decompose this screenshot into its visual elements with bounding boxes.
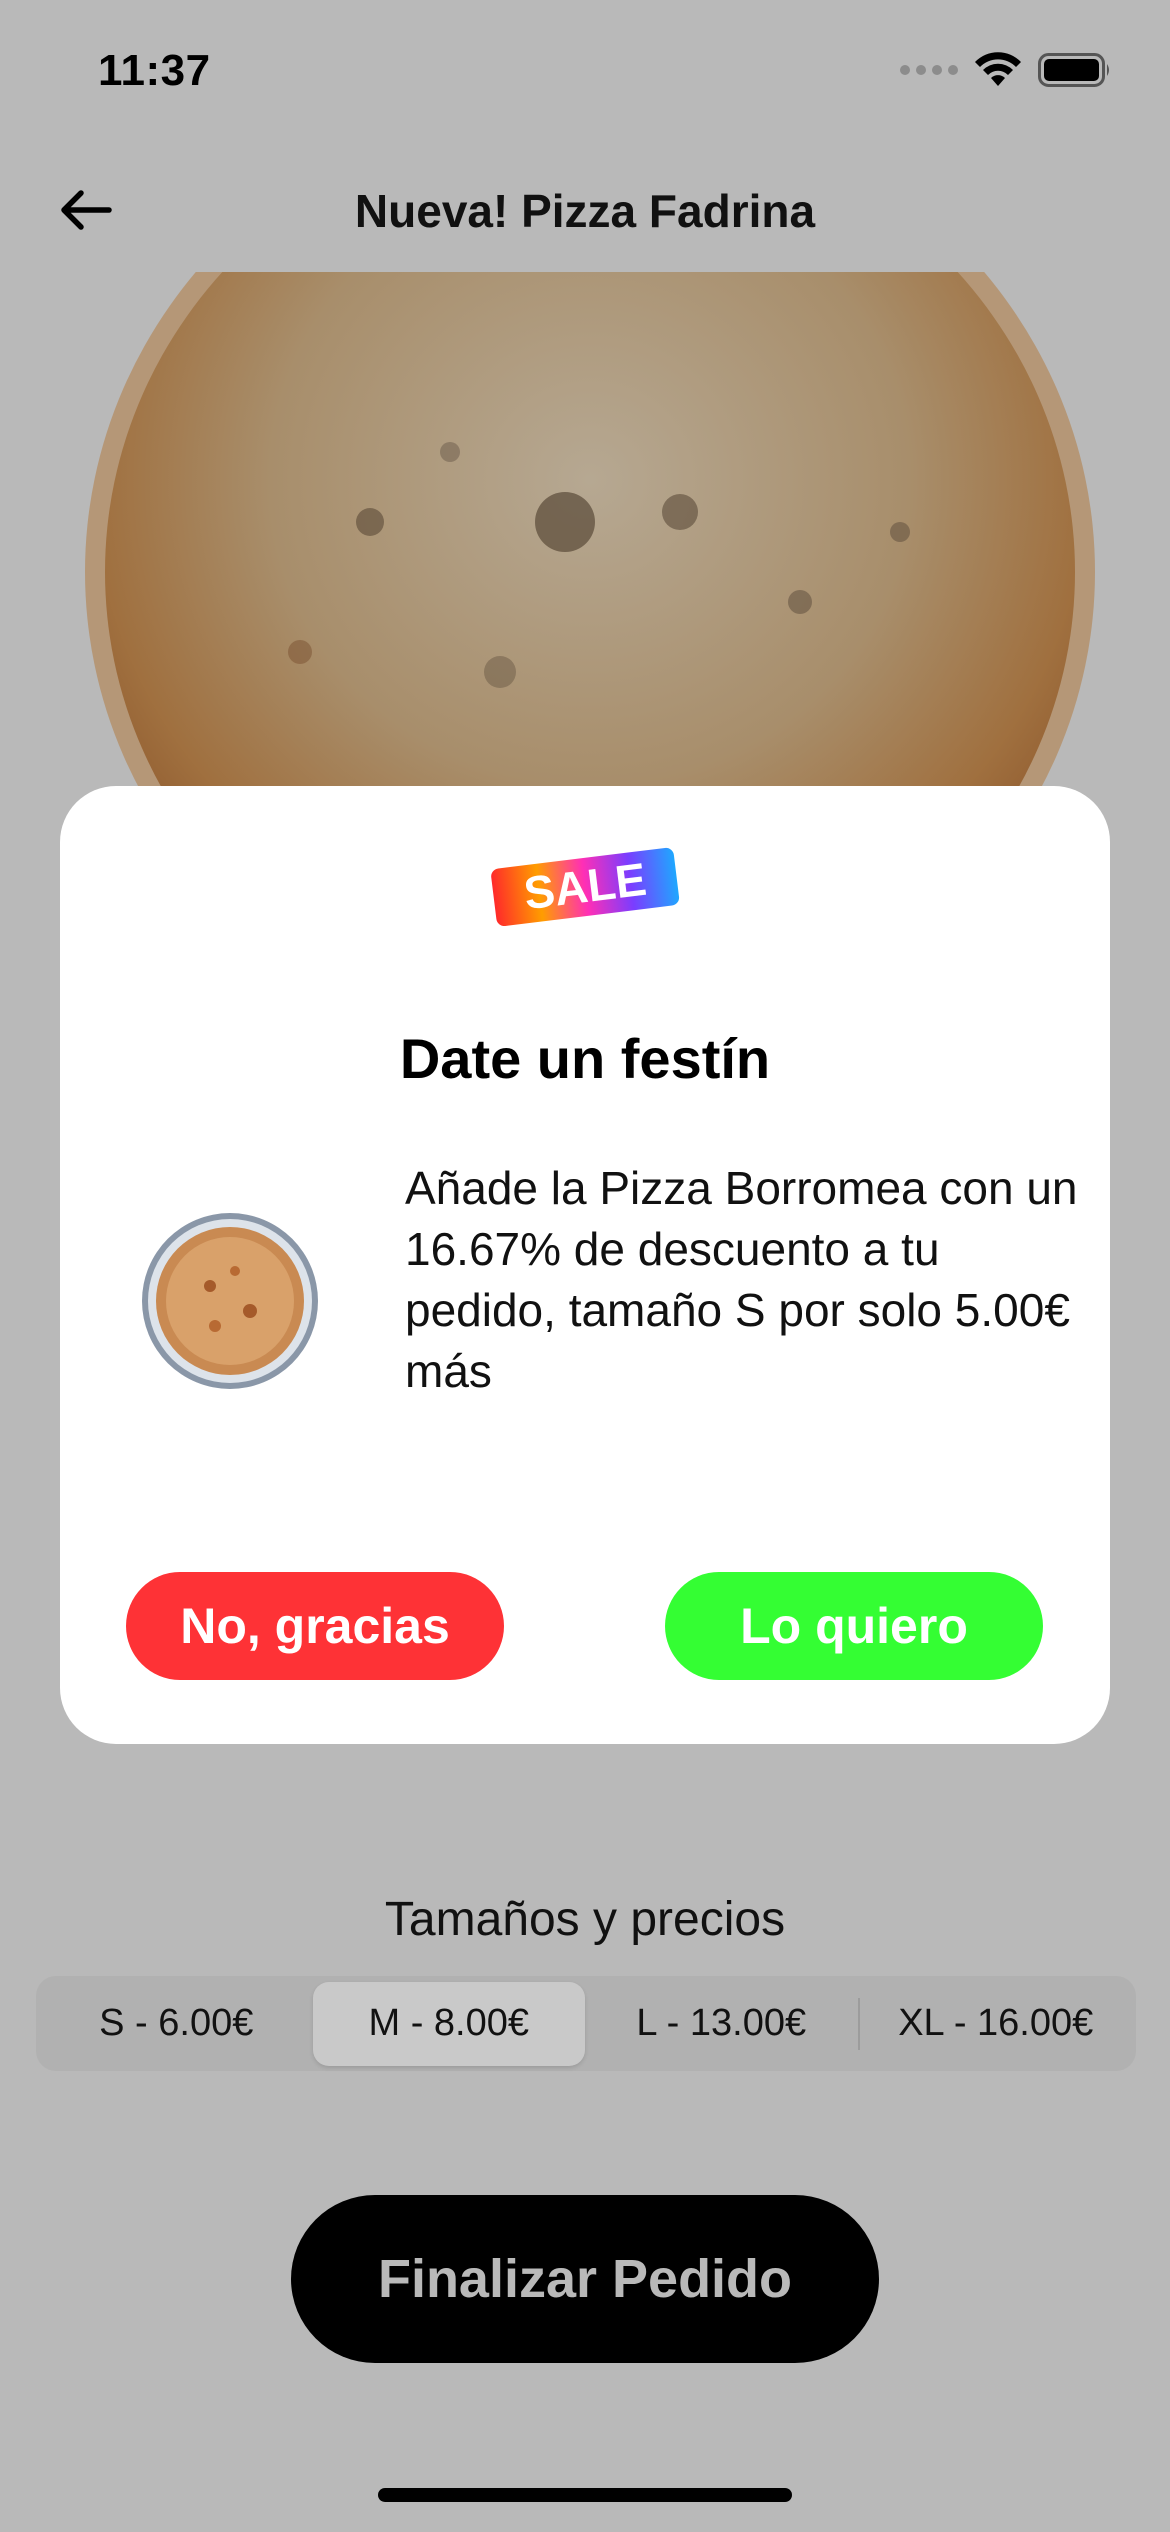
sale-badge: SALE — [491, 847, 680, 926]
status-bar: 11:37 — [0, 0, 1170, 150]
page-title: Nueva! Pizza Fadrina — [354, 185, 816, 237]
size-option-l[interactable]: L - 13.00€ — [585, 1982, 858, 2066]
status-time: 11:37 — [98, 46, 211, 95]
status-icons — [900, 52, 1112, 88]
dialog-title: Date un festín — [399, 1027, 771, 1090]
home-indicator — [378, 2488, 792, 2502]
cellular-icon — [900, 65, 958, 75]
size-option-m[interactable]: M - 8.00€ — [312, 1981, 585, 2066]
accept-button[interactable]: Lo quiero — [665, 1572, 1043, 1680]
size-option-s[interactable]: S - 6.00€ — [40, 1982, 313, 2066]
offer-description: Añade la Pizza Borromea con un 16.67% de… — [405, 1162, 1078, 1397]
size-option-xl[interactable]: XL - 16.00€ — [860, 1982, 1133, 2066]
offer-pizza-thumbnail — [142, 1213, 318, 1389]
battery-icon — [1038, 53, 1109, 87]
navigation-bar: Nueva! Pizza Fadrina — [0, 160, 1170, 260]
decline-button[interactable]: No, gracias — [126, 1572, 504, 1680]
size-selector: S - 6.00€ M - 8.00€ L - 13.00€ XL - 16.0… — [36, 1976, 1136, 2071]
wifi-icon — [975, 52, 1021, 86]
finish-order-button[interactable]: Finalizar Pedido — [291, 2195, 879, 2363]
pizza-photo — [0, 272, 1170, 792]
sizes-heading: Tamaños y precios — [384, 1893, 786, 1946]
promo-dialog: SALE Date un festín Añade la Pizza Borro… — [60, 786, 1110, 1744]
